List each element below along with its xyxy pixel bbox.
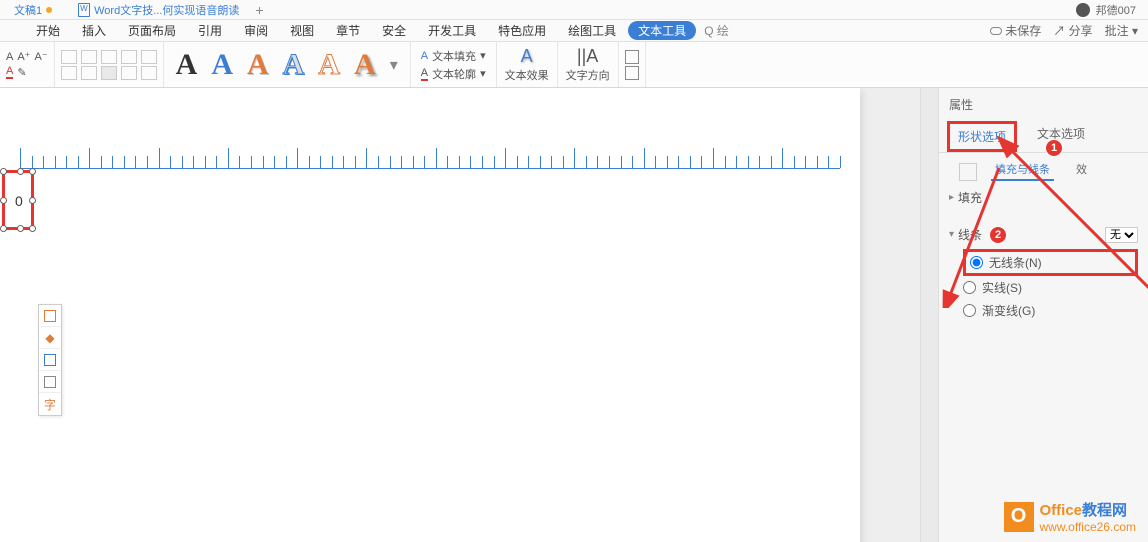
ribbon-group-links (619, 42, 646, 87)
menu-reference[interactable]: 引用 (188, 20, 232, 41)
selected-textbox[interactable]: 0 (2, 170, 34, 230)
workspace: 0 ◆ 字 属性 形状选项 文本选项 填充与线条 效 (0, 88, 1148, 542)
doc-title-2: Word文字技...何实现语音朗读 (94, 2, 239, 18)
doc-title-1: 文稿1 (14, 2, 42, 18)
shape-text-icon[interactable]: 字 (39, 393, 61, 415)
align-vcenter-icon[interactable] (81, 66, 97, 80)
wordart-style-3[interactable]: A (243, 48, 273, 82)
new-tab-button[interactable]: + (255, 2, 263, 18)
font-a1-icon[interactable]: A⁺ (17, 50, 30, 63)
menu-dev-tools[interactable]: 开发工具 (418, 20, 486, 41)
font-color-icon[interactable]: A (6, 65, 13, 79)
watermark-logo: O Office教程网 www.office26.com (1004, 499, 1137, 534)
indent-left-icon[interactable] (121, 66, 137, 80)
wordart-style-5[interactable]: A (314, 48, 344, 82)
resize-handle-icon[interactable] (29, 225, 36, 232)
menu-security[interactable]: 安全 (372, 20, 416, 41)
textbox-value: 0 (15, 193, 23, 209)
document-viewport[interactable]: 0 ◆ 字 (0, 88, 920, 542)
indent-right-icon[interactable] (141, 66, 157, 80)
menu-page-layout[interactable]: 页面布局 (118, 20, 186, 41)
shape-fill-icon[interactable]: ◆ (39, 327, 61, 349)
shape-crop-icon[interactable] (39, 371, 61, 393)
menu-text-tools[interactable]: 文本工具 (628, 21, 696, 40)
brush-icon[interactable]: ✎ (17, 66, 26, 79)
text-effect-button[interactable]: A 文本效果 (497, 42, 558, 87)
resize-handle-icon[interactable] (17, 225, 24, 232)
align-left-icon[interactable] (61, 50, 77, 64)
word-doc-icon (78, 3, 90, 17)
resize-handle-icon[interactable] (29, 197, 36, 204)
align-center-icon[interactable] (81, 50, 97, 64)
menu-special[interactable]: 特色应用 (488, 20, 556, 41)
ribbon-toolbar: A A⁺ A⁻ A ✎ A A A A A (0, 42, 1148, 88)
align-bottom-icon[interactable] (101, 66, 117, 80)
document-tab-2[interactable]: Word文字技...何实现语音朗读 (68, 0, 249, 19)
user-avatar-icon[interactable] (1076, 3, 1090, 17)
properties-title: 属性 (939, 92, 1148, 117)
resize-handle-icon[interactable] (0, 168, 7, 175)
resize-handle-icon[interactable] (0, 225, 7, 232)
menu-chapter[interactable]: 章节 (326, 20, 370, 41)
cloud-unsaved[interactable]: 未保存 (990, 22, 1041, 39)
ribbon-group-wordart: A A A A A A ▾ (164, 42, 411, 87)
menu-home[interactable]: 开始 (26, 20, 70, 41)
resize-handle-icon[interactable] (0, 197, 7, 204)
cloud-icon (990, 27, 1002, 35)
resize-handle-icon[interactable] (17, 168, 24, 175)
menu-review[interactable]: 审阅 (234, 20, 278, 41)
font-a2-icon[interactable]: A⁻ (35, 50, 48, 63)
menu-draw-tools[interactable]: 绘图工具 (558, 20, 626, 41)
logo-url: www.office26.com (1040, 520, 1137, 534)
shape-quick-toolbar: ◆ 字 (38, 304, 62, 416)
wordart-style-6[interactable]: A (350, 48, 380, 82)
annotation-arrow-2 (929, 158, 1009, 308)
resize-handle-icon[interactable] (29, 168, 36, 175)
line-spacing-icon[interactable] (141, 50, 157, 64)
wordart-style-4[interactable]: A (279, 48, 309, 82)
font-grow-icon[interactable]: A (6, 51, 13, 63)
menu-search[interactable]: Q 绘 (704, 22, 729, 39)
document-tab-1[interactable]: 文稿1 (4, 0, 62, 19)
panel-splitter[interactable] (920, 88, 938, 542)
text-outline-icon: A (421, 67, 428, 81)
logo-title: Office教程网 (1040, 499, 1137, 520)
properties-panel: 属性 形状选项 文本选项 填充与线条 效 填充 线条 2 无 (938, 88, 1148, 542)
text-outline-button[interactable]: A 文本轮廓 ▾ (417, 65, 490, 83)
comments-button[interactable]: 批注 ▾ (1105, 22, 1138, 39)
main-menu-bar: 开始 插入 页面布局 引用 审阅 视图 章节 安全 开发工具 特色应用 绘图工具… (0, 20, 1148, 42)
list-icon[interactable] (121, 50, 137, 64)
title-bar: 文稿1 Word文字技...何实现语音朗读 + 邦德007 (0, 0, 1148, 20)
document-page[interactable]: 0 (0, 88, 860, 542)
ribbon-group-formatting: A A⁺ A⁻ A ✎ (0, 42, 55, 87)
annotation-arrow-1 (989, 128, 1148, 298)
unsaved-dot-icon (46, 7, 52, 13)
menu-insert[interactable]: 插入 (72, 20, 116, 41)
text-fill-button[interactable]: A 文本填充 ▾ (417, 47, 490, 65)
shape-outline-icon[interactable] (39, 349, 61, 371)
menu-view[interactable]: 视图 (280, 20, 324, 41)
ribbon-group-textfx: A 文本填充 ▾ A 文本轮廓 ▾ (411, 42, 497, 87)
number-line (20, 138, 840, 172)
ribbon-group-paragraph (55, 42, 164, 87)
shape-tool-1-icon[interactable] (39, 305, 61, 327)
text-effect-icon: A (521, 46, 533, 67)
share-button[interactable]: ↗ 分享 (1053, 22, 1092, 39)
text-direction-button[interactable]: ||A 文字方向 (558, 42, 619, 87)
textbox-icon[interactable] (625, 50, 639, 64)
text-fill-icon: A (421, 50, 428, 62)
wordart-style-2[interactable]: A (207, 48, 237, 82)
align-right-icon[interactable] (101, 50, 117, 64)
wordart-style-1[interactable]: A (172, 48, 202, 82)
align-top-icon[interactable] (61, 66, 77, 80)
logo-square-icon: O (1004, 502, 1034, 532)
username: 邦德007 (1096, 2, 1136, 18)
text-direction-icon: ||A (577, 46, 598, 67)
link-textbox-icon[interactable] (625, 66, 639, 80)
wordart-more-icon[interactable]: ▾ (386, 55, 402, 75)
